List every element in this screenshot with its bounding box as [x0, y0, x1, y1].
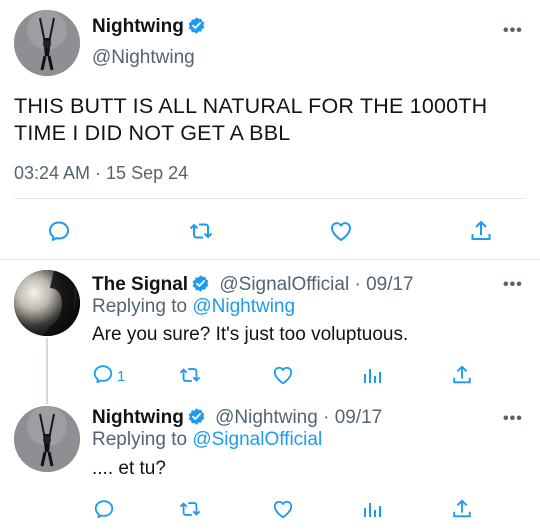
retweet-icon[interactable] [176, 361, 204, 389]
retweet-icon[interactable] [186, 216, 216, 246]
like-icon[interactable] [269, 495, 297, 523]
reply1-reply-count: 1 [117, 368, 126, 385]
analytics-icon[interactable] [358, 361, 386, 389]
main-tweet-text-line1: THIS BUTT IS ALL NATURAL FOR THE 1000TH [14, 94, 488, 118]
divider-actions [0, 259, 540, 260]
comment-icon[interactable] [90, 495, 118, 523]
reply1-text: Are you sure? It's just too voluptuous. [92, 324, 409, 345]
main-timestamp[interactable]: 03:24 AM · 15 Sep 24 [14, 163, 188, 184]
main-tweet-text-line2: TIME I DID NOT GET A BBL [14, 121, 291, 145]
avatar-nightwing[interactable] [14, 406, 80, 472]
more-icon[interactable]: ••• [503, 276, 523, 294]
like-icon[interactable] [269, 361, 297, 389]
like-icon[interactable] [326, 216, 356, 246]
more-icon[interactable]: ••• [503, 410, 523, 428]
reply2-replying-handle[interactable]: @SignalOfficial [192, 429, 322, 450]
comment-icon[interactable] [92, 363, 114, 390]
analytics-icon[interactable] [358, 495, 386, 523]
reply2-display-name[interactable]: Nightwing [92, 407, 184, 428]
main-display-name[interactable]: Nightwing [92, 16, 206, 41]
reply2-replying-to: Replying to @SignalOfficial [92, 429, 322, 451]
reply2-replying-prefix: Replying to [92, 429, 193, 450]
reply1-display-name[interactable]: The Signal [92, 274, 188, 295]
reply1-handle-date[interactable]: @SignalOfficial · 09/17 [219, 274, 413, 295]
reply1-replying-handle[interactable]: @Nightwing [192, 296, 295, 317]
reply1-replying-to: Replying to @Nightwing [92, 296, 295, 318]
main-handle[interactable]: @Nightwing [92, 47, 195, 69]
share-icon[interactable] [448, 361, 476, 389]
reply2-handle-date[interactable]: @Nightwing · 09/17 [215, 407, 382, 428]
share-icon[interactable] [466, 216, 496, 246]
main-tweet-text: THIS BUTT IS ALL NATURAL FOR THE 1000TH … [14, 93, 487, 147]
share-icon[interactable] [448, 495, 476, 523]
avatar-the-signal[interactable] [14, 270, 80, 336]
main-display-name-text[interactable]: Nightwing [92, 16, 184, 37]
avatar-nightwing[interactable] [14, 10, 80, 76]
verified-badge-icon [187, 16, 206, 41]
reply2-text: .... et tu? [92, 458, 166, 479]
more-icon[interactable]: ••• [503, 22, 523, 40]
reply1-comment-action[interactable]: 1 [92, 363, 125, 390]
retweet-icon[interactable] [176, 495, 204, 523]
divider-top [14, 198, 526, 199]
comment-icon[interactable] [44, 216, 74, 246]
thread-line [46, 338, 48, 404]
reply1-replying-prefix: Replying to [92, 296, 193, 317]
